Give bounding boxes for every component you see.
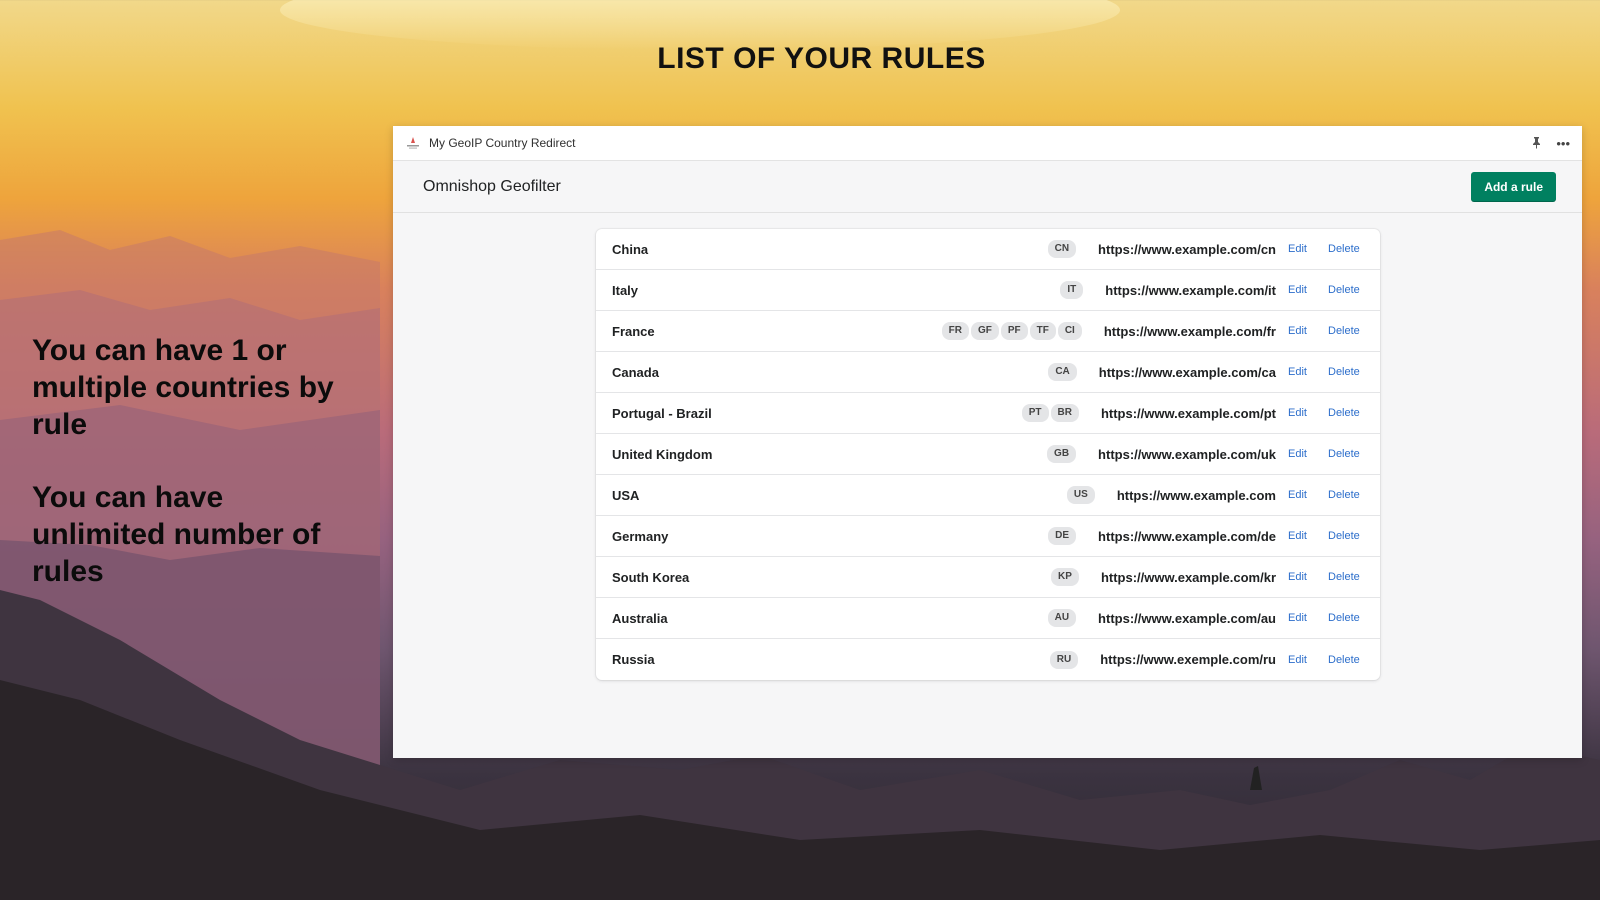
delete-rule-link[interactable]: Delete [1328, 654, 1364, 666]
edit-rule-link[interactable]: Edit [1288, 448, 1328, 460]
country-code-badges: FR GF PF TF CI [940, 322, 1082, 340]
delete-rule-link[interactable]: Delete [1328, 243, 1364, 255]
redirect-url: https://www.example.com/it [1105, 282, 1276, 298]
country-code-badge: GF [970, 322, 999, 340]
rule-country-name: Australia [612, 610, 668, 626]
delete-rule-link[interactable]: Delete [1328, 325, 1364, 337]
page-header: Omnishop Geofilter Add a rule [393, 161, 1582, 213]
rules-list: China CN https://www.example.com/cn Edit Del… [596, 229, 1380, 680]
slide-title: LIST OF YOUR RULES [657, 42, 986, 75]
edit-rule-link[interactable]: Edit [1288, 284, 1328, 296]
country-code-badges: DE [1046, 527, 1077, 545]
country-code-badge: TF [1029, 322, 1056, 340]
country-code-badge: CI [1057, 322, 1082, 340]
rule-country-name: USA [612, 487, 640, 503]
edit-rule-link[interactable]: Edit [1288, 571, 1328, 583]
country-code-badges: AU [1046, 609, 1077, 627]
country-code-badge: BR [1050, 404, 1079, 422]
edit-rule-link[interactable]: Edit [1288, 243, 1328, 255]
country-code-badge: AU [1047, 609, 1077, 627]
country-code-badge: DE [1048, 527, 1077, 545]
rule-row: Australia AU https://www.example.com/au Edi… [596, 598, 1380, 639]
redirect-url: https://www.example.com/ca [1098, 364, 1276, 380]
country-code-badges: US [1065, 486, 1095, 504]
promo-text-rules: You can have unlimited number of rules [32, 481, 321, 588]
redirect-url: https://www.example.com/au [1098, 610, 1276, 626]
rule-row: China CN https://www.example.com/cn Edit Del… [596, 229, 1380, 270]
country-code-badges: IT [1058, 281, 1084, 299]
delete-rule-link[interactable]: Delete [1328, 284, 1364, 296]
country-code-badge: IT [1060, 281, 1084, 299]
pin-icon-glyph [1533, 136, 1541, 149]
delete-rule-link[interactable]: Delete [1328, 489, 1364, 501]
rule-row: Canada CA https://www.example.com/ca Edit De… [596, 352, 1380, 393]
rule-row: Portugal - Brazil PT BR https://www.example… [596, 393, 1380, 434]
rule-country-name: South Korea [612, 569, 690, 585]
redirect-url: https://www.example.com/uk [1098, 446, 1276, 462]
app-logo-icon [407, 137, 419, 149]
delete-rule-link[interactable]: Delete [1328, 407, 1364, 419]
rule-country-name: Germany [612, 528, 669, 544]
redirect-url: https://www.example.com/fr [1103, 323, 1276, 339]
rule-country-name: China [612, 241, 649, 257]
rule-country-name: Portugal - Brazil [612, 405, 712, 421]
rule-row: United Kingdom GB https://www.example.com/… [596, 434, 1380, 475]
country-code-badges: GB [1045, 445, 1077, 463]
edit-rule-link[interactable]: Edit [1288, 325, 1328, 337]
country-code-badge: KP [1051, 568, 1079, 586]
redirect-url: https://www.example.com/kr [1100, 569, 1276, 585]
rule-country-name: Canada [612, 364, 659, 380]
country-code-badges: CA [1046, 363, 1077, 381]
rule-row: Germany DE https://www.example.com/de Edit D… [596, 516, 1380, 557]
pin-icon[interactable] [1531, 136, 1542, 151]
delete-rule-link[interactable]: Delete [1328, 530, 1364, 542]
country-code-badge: PF [1000, 322, 1028, 340]
rule-row: USA US https://www.example.com Edit Delete [596, 475, 1380, 516]
edit-rule-link[interactable]: Edit [1288, 407, 1328, 419]
country-code-badge: CN [1047, 240, 1077, 258]
rule-row: France FR GF PF TF CI https://www.example.com/… [596, 311, 1380, 352]
delete-rule-link[interactable]: Delete [1328, 571, 1364, 583]
rule-country-name: France [612, 323, 655, 339]
edit-rule-link[interactable]: Edit [1288, 366, 1328, 378]
rule-row: Italy IT https://www.example.com/it Edit Del… [596, 270, 1380, 311]
delete-rule-link[interactable]: Delete [1328, 366, 1364, 378]
country-code-badge: US [1066, 486, 1095, 504]
edit-rule-link[interactable]: Edit [1288, 530, 1328, 542]
edit-rule-link[interactable]: Edit [1288, 612, 1328, 624]
rule-row: South Korea KP https://www.example.com/kr E… [596, 557, 1380, 598]
country-code-badge: RU [1049, 650, 1079, 669]
delete-rule-link[interactable]: Delete [1328, 612, 1364, 624]
country-code-badges: RU [1048, 650, 1079, 669]
country-code-badge: FR [941, 322, 969, 340]
delete-rule-link[interactable]: Delete [1328, 448, 1364, 460]
rule-country-name: Russia [612, 652, 655, 667]
page-title: Omnishop Geofilter [423, 177, 561, 195]
country-code-badges: CN [1046, 240, 1077, 258]
rule-country-name: Italy [612, 282, 639, 298]
redirect-url: https://www.example.com/de [1098, 528, 1276, 544]
redirect-url: https://www.example.com [1116, 487, 1276, 503]
redirect-url: https://www.example.com/cn [1098, 241, 1276, 257]
country-code-badge: GB [1047, 445, 1077, 463]
app-topbar: My GeoIP Country Redirect ••• [393, 126, 1582, 161]
country-code-badge: CA [1048, 363, 1077, 381]
redirect-url: https://www.exemple.com/ru [1100, 652, 1276, 667]
edit-rule-link[interactable]: Edit [1288, 489, 1328, 501]
add-rule-button[interactable]: Add a rule [1471, 171, 1556, 202]
more-icon[interactable]: ••• [1556, 137, 1570, 150]
redirect-url: https://www.example.com/pt [1100, 405, 1276, 421]
rule-row: Russia RU https://www.exemple.com/ru Edit De… [596, 639, 1380, 680]
country-code-badges: PT BR [1020, 404, 1079, 422]
app-window: My GeoIP Country Redirect ••• Omnishop G… [393, 126, 1582, 758]
country-code-badges: KP [1049, 568, 1079, 586]
edit-rule-link[interactable]: Edit [1288, 654, 1328, 666]
rule-country-name: United Kingdom [612, 446, 713, 462]
app-name: My GeoIP Country Redirect [429, 136, 576, 150]
country-code-badge: PT [1021, 404, 1049, 422]
promo-text-countries: You can have 1 or multiple countries by … [32, 334, 334, 441]
